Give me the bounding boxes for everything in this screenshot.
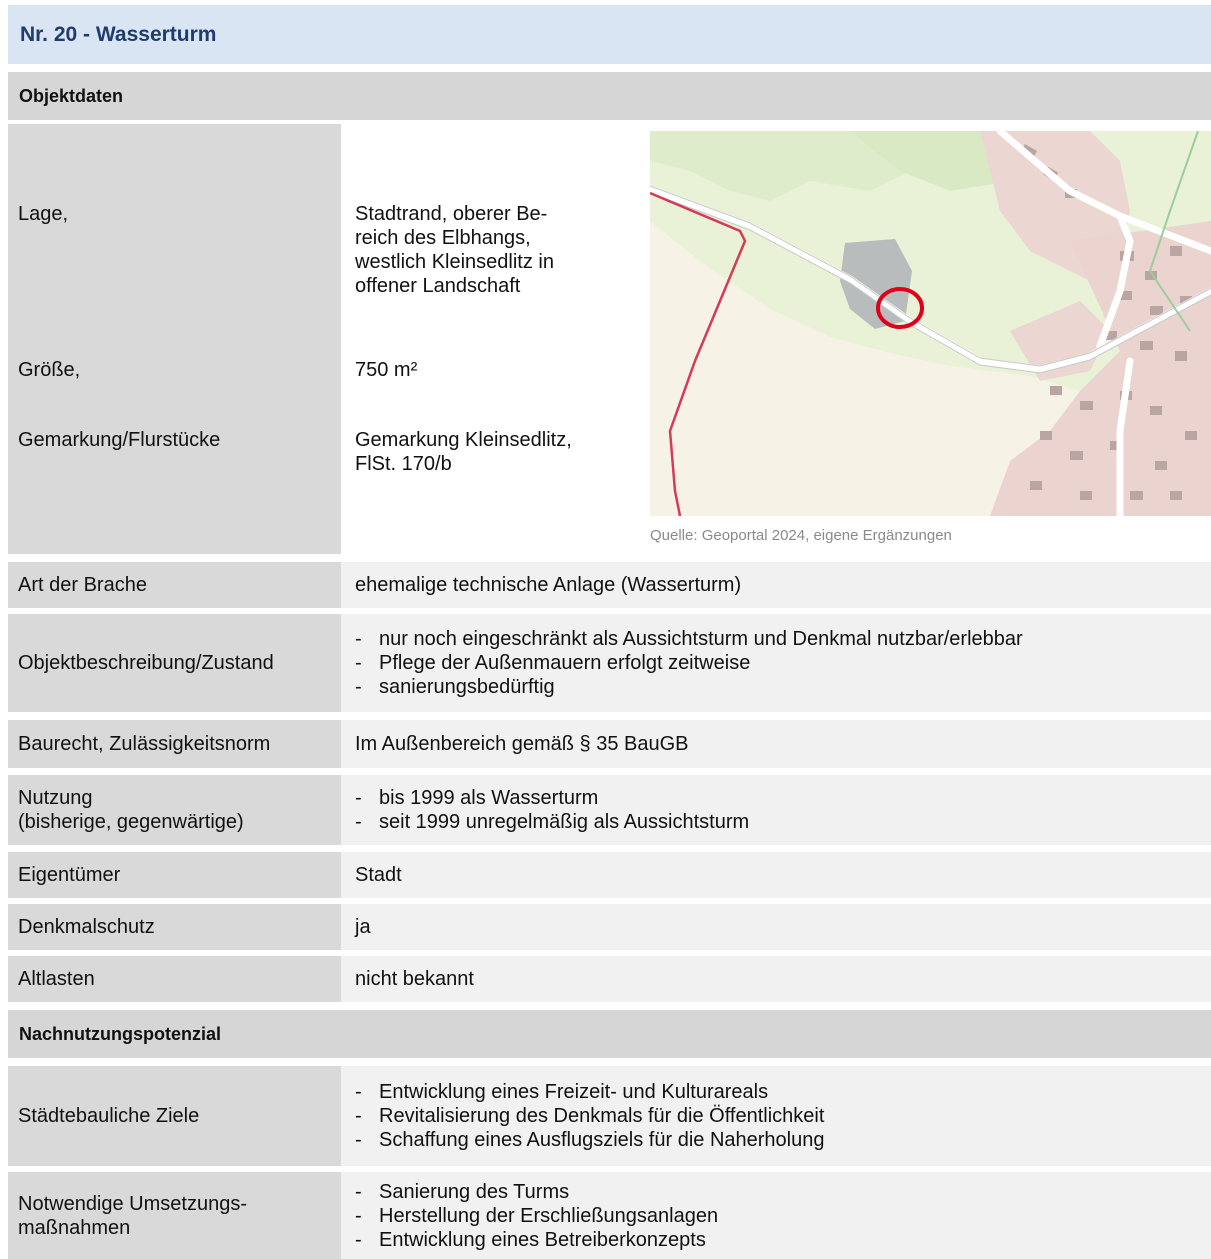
ziele-value: Entwicklung eines Freizeit- und Kulturar… <box>341 1066 1211 1166</box>
ziele-label: Städtebauliche Ziele <box>8 1066 341 1166</box>
lage-line: reich des Elbhangs, <box>355 227 531 249</box>
page-title: Nr. 20 - Wasserturm <box>8 5 1211 64</box>
nutzung-list: bis 1999 als Wasserturm seit 1999 unrege… <box>355 786 749 834</box>
list-item: seit 1999 unregelmäßig als Aussichtsturm <box>355 810 749 834</box>
lage-line: Stadtrand, oberer Be- <box>355 203 548 225</box>
groesse-value: 750 m² <box>355 359 418 381</box>
list-item: Entwicklung eines Betreiberkonzepts <box>355 1228 718 1252</box>
art-label: Art der Brache <box>8 562 341 608</box>
lage-line: westlich Kleinsedlitz in <box>355 251 554 273</box>
denkmal-label: Denkmalschutz <box>8 904 341 950</box>
section-nachnutzung: Nachnutzungspotenzial <box>8 1010 1211 1058</box>
gemarkung-line: FlSt. 170/b <box>355 453 452 475</box>
map-image <box>650 131 1211 516</box>
lage-line: offener Landschaft <box>355 275 521 297</box>
nutzung-value: bis 1999 als Wasserturm seit 1999 unrege… <box>341 775 1211 845</box>
list-item: Pflege der Außenmauern erfolgt zeitweise <box>355 651 1023 675</box>
baurecht-value: Im Außenbereich gemäß § 35 BauGB <box>341 720 1211 768</box>
groesse-label: Größe, <box>18 359 81 381</box>
nutzung-label: Nutzung (bisherige, gegenwärtige) <box>8 775 341 845</box>
beschreibung-value: nur noch eingeschränkt als Aussichtsturm… <box>341 614 1211 712</box>
lage-label: Lage, <box>18 203 69 225</box>
beschreibung-list: nur noch eingeschränkt als Aussichtsturm… <box>355 627 1023 699</box>
gemarkung-value: Gemarkung Kleinsedlitz, FlSt. 170/b <box>355 428 572 476</box>
list-item: Revitalisierung des Denkmals für die Öff… <box>355 1104 824 1128</box>
massnahmen-value: Sanierung des Turms Herstellung der Ersc… <box>341 1172 1211 1259</box>
ziele-list: Entwicklung eines Freizeit- und Kulturar… <box>355 1080 824 1152</box>
massnahmen-label: Notwendige Umsetzungs- maßnahmen <box>8 1172 341 1259</box>
gemarkung-label: Gemarkung/Flurstücke <box>18 429 221 451</box>
nutzung-label-line: Nutzung <box>18 787 93 809</box>
lage-value: Stadtrand, oberer Be- reich des Elbhangs… <box>355 202 554 298</box>
list-item: nur noch eingeschränkt als Aussichtsturm… <box>355 627 1023 651</box>
fact-sheet: Nr. 20 - Wasserturm Objektdaten Lage, St… <box>0 0 1211 1259</box>
massnahmen-list: Sanierung des Turms Herstellung der Ersc… <box>355 1180 718 1252</box>
altlasten-value: nicht bekannt <box>341 956 1211 1002</box>
eigentuemer-label: Eigentümer <box>8 852 341 898</box>
list-item: sanierungsbedürftig <box>355 675 1023 699</box>
map-caption: Quelle: Geoportal 2024, eigene Ergänzung… <box>650 527 952 544</box>
eigentuemer-value: Stadt <box>341 852 1211 898</box>
list-item: Sanierung des Turms <box>355 1180 718 1204</box>
denkmal-value: ja <box>341 904 1211 950</box>
list-item: Herstellung der Erschließungsanlagen <box>355 1204 718 1228</box>
art-value: ehemalige technische Anlage (Wasserturm) <box>341 562 1211 608</box>
objektdaten-label-column <box>8 124 341 554</box>
list-item: Entwicklung eines Freizeit- und Kulturar… <box>355 1080 824 1104</box>
baurecht-label: Baurecht, Zulässigkeitsnorm <box>8 720 341 768</box>
beschreibung-label: Objektbeschreibung/Zustand <box>8 614 341 712</box>
massnahmen-label-line: maßnahmen <box>18 1216 131 1239</box>
list-item: Schaffung eines Ausflugsziels für die Na… <box>355 1128 824 1152</box>
list-item: bis 1999 als Wasserturm <box>355 786 749 810</box>
nutzung-label-line: (bisherige, gegenwärtige) <box>18 811 244 833</box>
section-objektdaten: Objektdaten <box>8 72 1211 120</box>
location-map <box>650 131 1211 516</box>
gemarkung-line: Gemarkung Kleinsedlitz, <box>355 429 572 451</box>
altlasten-label: Altlasten <box>8 956 341 1002</box>
massnahmen-label-line: Notwendige Umsetzungs- <box>18 1192 247 1215</box>
